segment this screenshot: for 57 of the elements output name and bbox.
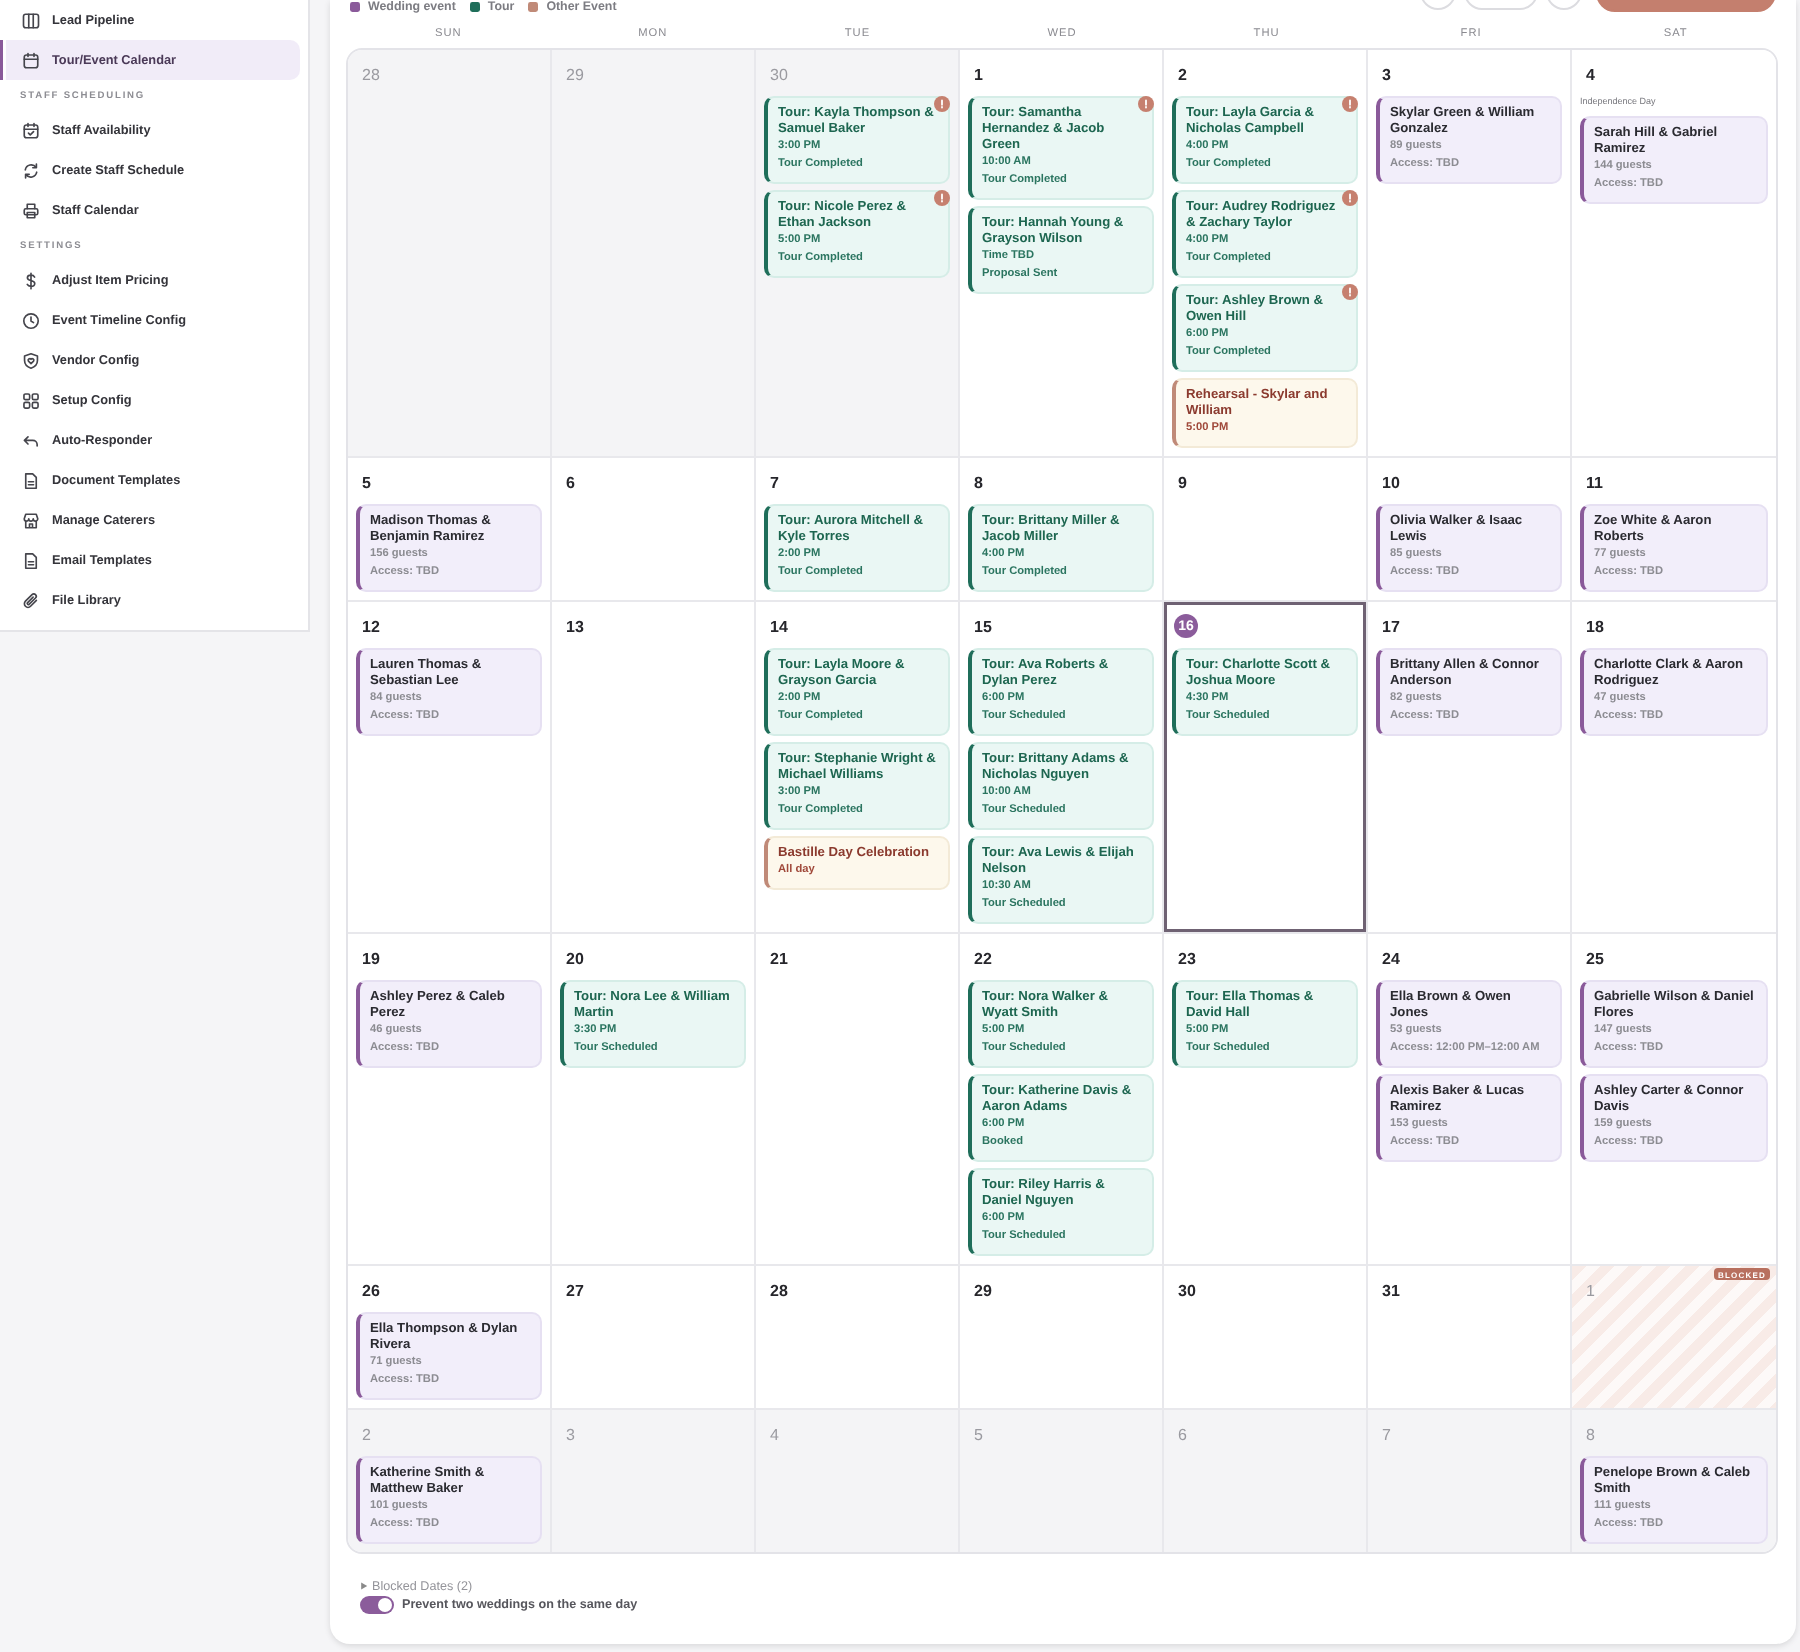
day-number: 10: [1382, 472, 1400, 492]
day-number: 11: [1586, 472, 1603, 492]
dollar-icon: [22, 271, 40, 289]
printer-icon: [22, 201, 40, 219]
day-number: 8: [1586, 1424, 1595, 1444]
day-number: 5: [974, 1424, 983, 1444]
day-number: 24: [1382, 948, 1400, 968]
day-number: 4: [770, 1424, 779, 1444]
day-number: 28: [770, 1280, 788, 1300]
toggle-switch[interactable]: [360, 1596, 394, 1614]
day-number: 5: [362, 472, 371, 492]
calendar-check-icon: [22, 121, 40, 139]
day-number: 29: [566, 64, 584, 84]
shield-icon: [22, 351, 40, 369]
day-number: 13: [566, 616, 584, 636]
day-number: 21: [770, 948, 788, 968]
day-number: 3: [566, 1424, 575, 1444]
caret-icon: [360, 1582, 368, 1590]
day-number: 8: [974, 472, 983, 492]
day-number: 7: [770, 472, 779, 492]
day-number: 6: [1178, 1424, 1187, 1444]
grid-icon: [22, 391, 40, 409]
day-number: 4: [1586, 64, 1595, 84]
clock-icon: [22, 311, 40, 329]
day-number: 7: [1382, 1424, 1391, 1444]
day-number: 17: [1382, 616, 1400, 636]
columns-icon: [22, 11, 40, 29]
day-number: 18: [1586, 616, 1604, 636]
day-number: 3: [1382, 64, 1391, 84]
day-number: 2: [362, 1424, 371, 1444]
day-number: 23: [1178, 948, 1196, 968]
day-number: 1: [1586, 1280, 1595, 1300]
paperclip-icon: [22, 591, 40, 609]
day-number: 20: [566, 948, 584, 968]
day-number: 12: [362, 616, 380, 636]
day-number: 14: [770, 616, 788, 636]
document-icon: [22, 471, 40, 489]
day-number: 9: [1178, 472, 1187, 492]
day-number: 28: [362, 64, 380, 84]
day-number: 27: [566, 1280, 584, 1300]
day-number: 1: [974, 64, 983, 84]
document-icon: [22, 551, 40, 569]
day-number: 22: [974, 948, 992, 968]
refresh-icon: [22, 161, 40, 179]
day-number: 30: [770, 64, 788, 84]
day-number: 30: [1178, 1280, 1196, 1300]
day-number: 19: [362, 948, 380, 968]
store-icon: [22, 511, 40, 529]
day-number: 6: [566, 472, 575, 492]
calendar-icon: [22, 51, 40, 69]
day-number: 15: [974, 616, 992, 636]
day-number: 26: [362, 1280, 380, 1300]
reply-arrow-icon: [22, 431, 40, 449]
day-number: 29: [974, 1280, 992, 1300]
day-number: 31: [1382, 1280, 1400, 1300]
day-number: 2: [1178, 64, 1187, 84]
day-number: 25: [1586, 948, 1604, 968]
